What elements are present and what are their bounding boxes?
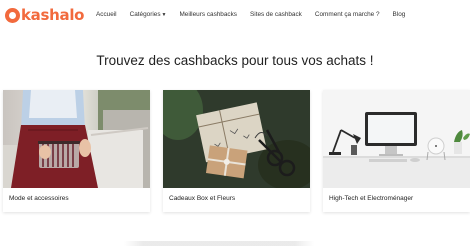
category-card-cadeaux[interactable]: Cadeaux Box et Fleurs [163, 90, 310, 212]
main-menu: Accueil Catégories▼ Meilleurs cashbacks … [96, 11, 405, 18]
card-label: Cadeaux Box et Fleurs [169, 195, 236, 202]
nav-sites-de-cashback[interactable]: Sites de cashback [250, 11, 302, 18]
logo-icon [5, 7, 20, 23]
card-label: Mode et accessoires [9, 195, 69, 202]
desk-photo [323, 90, 470, 188]
fashion-photo [3, 90, 150, 188]
nav-categories[interactable]: Catégories▼ [130, 11, 167, 18]
card-label: High-Tech et Electroménager [329, 195, 414, 202]
gifts-photo [163, 90, 310, 188]
category-card-mode[interactable]: Mode et accessoires [3, 90, 150, 212]
chevron-down-icon: ▼ [161, 12, 167, 18]
top-navbar: kashalo Accueil Catégories▼ Meilleurs ca… [0, 0, 470, 32]
nav-comment-ca-marche[interactable]: Comment ça marche ? [315, 11, 380, 18]
cropped-text-fragment [124, 241, 314, 246]
page-headline: Trouvez des cashbacks pour tous vos acha… [96, 53, 374, 68]
category-card-high-tech[interactable]: High-Tech et Electroménager [323, 90, 470, 212]
logo-text: kashalo [21, 6, 85, 24]
nav-categories-label: Catégories [129, 11, 161, 18]
nav-blog[interactable]: Blog [393, 11, 406, 18]
nav-meilleurs-cashbacks[interactable]: Meilleurs cashbacks [179, 11, 237, 18]
nav-accueil[interactable]: Accueil [96, 11, 117, 18]
logo[interactable]: kashalo [5, 6, 84, 24]
